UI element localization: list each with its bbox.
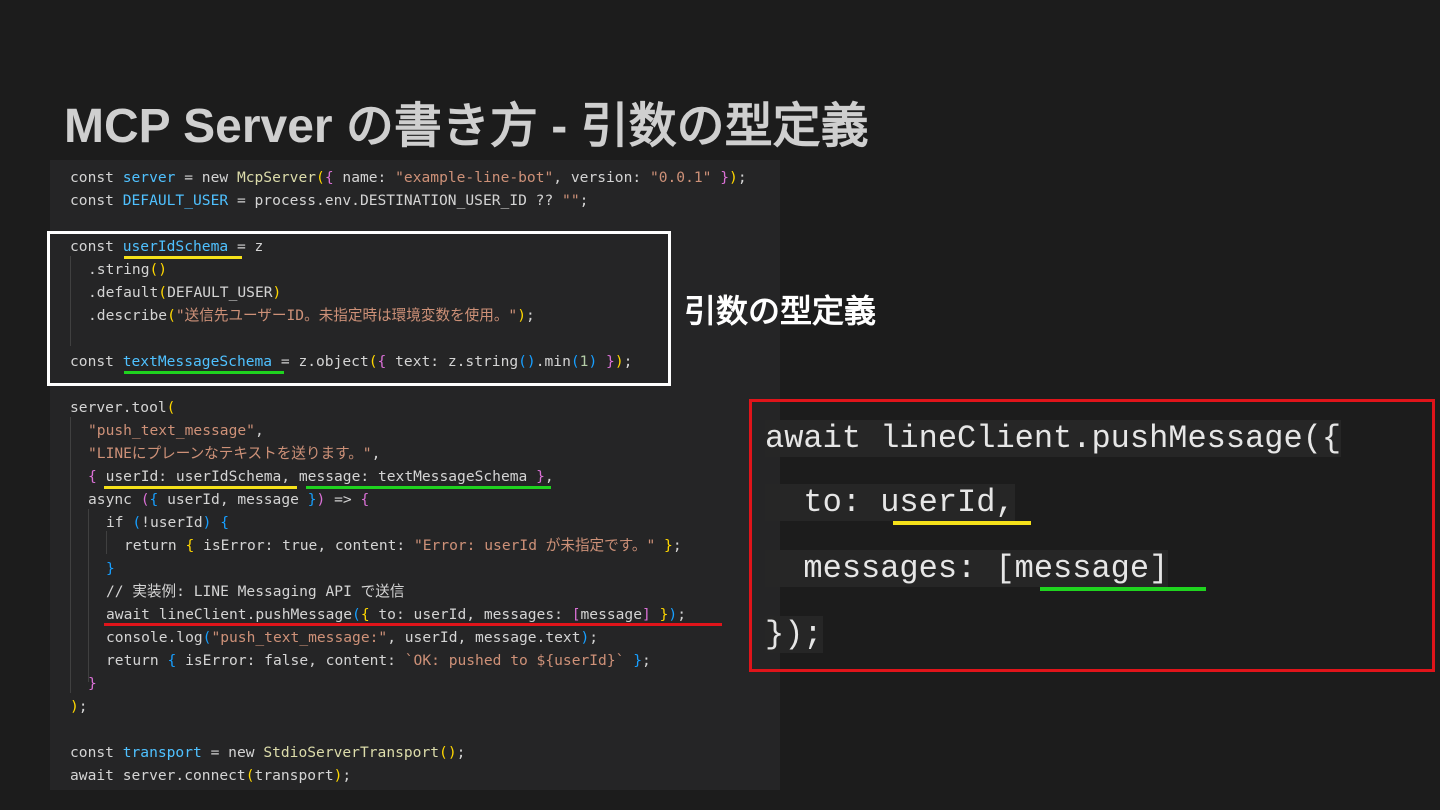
indent-guide [106, 531, 107, 554]
code-line-8: server.tool( [70, 399, 176, 416]
schema-highlight-box [47, 231, 671, 386]
code-line-1: const server = new McpServer({ name: "ex… [70, 169, 747, 186]
indent-guide [70, 417, 71, 693]
code-line-13: if (!userId) { [106, 514, 230, 531]
code-line-22: const transport = new StdioServerTranspo… [70, 744, 466, 761]
zoom-line-2: to: userId, [765, 484, 1015, 521]
code-line-14: return { isError: true, content: "Error:… [124, 537, 682, 554]
code-line-18: console.log("push_text_message:", userId… [106, 629, 599, 646]
code-line-2: const DEFAULT_USER = process.env.DESTINA… [70, 192, 589, 209]
zoom-line-4: }); [765, 616, 823, 653]
code-line-23: await server.connect(transport); [70, 767, 352, 784]
code-line-16: // 実装例: LINE Messaging API で送信 [106, 583, 405, 600]
code-line-15: } [106, 560, 115, 577]
indent-guide [88, 509, 89, 682]
slide-title: MCP Server の書き方 - 引数の型定義 [64, 100, 869, 153]
code-line-9: "push_text_message", [88, 422, 264, 439]
code-line-20: } [88, 675, 97, 692]
code-line-10: "LINEにプレーンなテキストを送ります。", [88, 445, 381, 462]
code-line-11: { userId: userIdSchema, message: textMes… [88, 468, 554, 485]
message-arg-underline [306, 486, 551, 489]
zoom-line-1: await lineClient.pushMessage({ [765, 420, 1342, 457]
zoom-userId-underline [893, 521, 1031, 525]
userId-arg-underline [104, 486, 297, 489]
code-line-12: async ({ userId, message }) => { [88, 491, 370, 508]
code-line-19: return { isError: false, content: `OK: p… [106, 652, 651, 669]
code-line-21: ); [70, 698, 88, 715]
zoom-message-underline [1040, 587, 1206, 591]
schema-label: 引数の型定義 [684, 292, 877, 330]
zoom-line-3: messages: [message] [765, 550, 1169, 587]
pushMessage-underline [104, 623, 722, 626]
